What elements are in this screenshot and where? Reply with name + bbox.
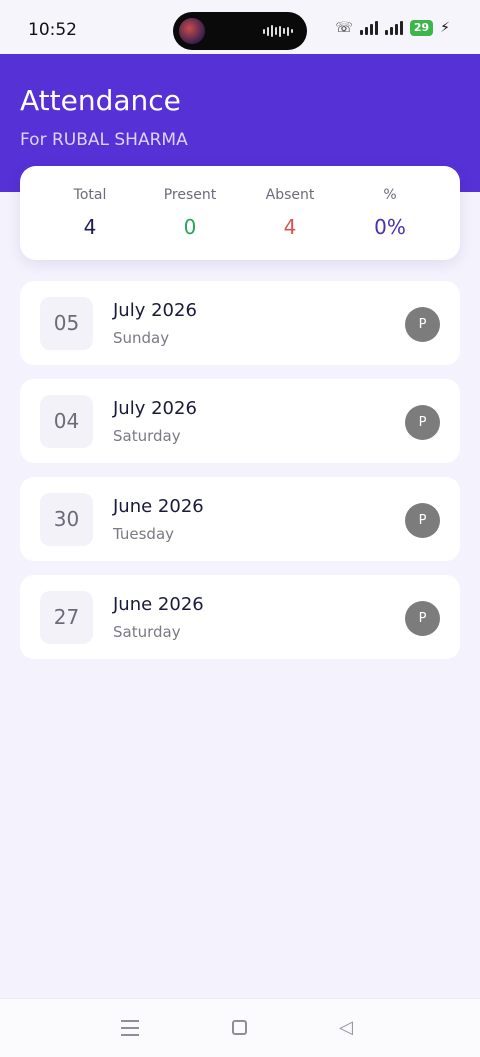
date-weekday: Sunday [113, 329, 170, 347]
stat-value: 0 [183, 215, 197, 239]
status-time: 10:52 [28, 20, 77, 40]
status-badge: P [405, 503, 440, 538]
date-day: 27 [40, 591, 93, 644]
stat-value: 4 [83, 215, 97, 239]
date-month-year: July 2026 [113, 300, 197, 321]
stat-present: Present 0 [140, 166, 240, 260]
stat-absent: Absent 4 [240, 166, 340, 260]
stat-percent: % 0% [340, 166, 440, 260]
stat-label: Total [73, 187, 107, 203]
date-day: 30 [40, 493, 93, 546]
attendance-row[interactable]: 05 July 2026 Sunday P [20, 281, 460, 365]
stat-label: Absent [265, 187, 315, 203]
page-subtitle: For RUBAL SHARMA [20, 130, 188, 150]
media-thumbnail [179, 18, 205, 44]
stat-label: % [383, 187, 397, 203]
home-icon[interactable] [232, 1020, 247, 1035]
date-month-year: June 2026 [113, 594, 204, 615]
stat-total: Total 4 [40, 166, 140, 260]
stat-value: 4 [283, 215, 297, 239]
bolt-icon: ⚡ [440, 20, 450, 36]
dynamic-island[interactable] [173, 12, 307, 50]
date-weekday: Saturday [113, 427, 181, 445]
date-weekday: Saturday [113, 623, 181, 641]
back-icon[interactable]: ◁ [339, 1017, 353, 1038]
date-weekday: Tuesday [113, 525, 175, 543]
audio-wave-icon [263, 25, 293, 37]
status-badge: P [405, 405, 440, 440]
date-day: 04 [40, 395, 93, 448]
page-title: Attendance [20, 84, 181, 117]
status-icons: ☏ 29 ⚡ [335, 20, 450, 36]
menu-icon[interactable] [121, 1020, 139, 1041]
stat-value: 0% [374, 215, 406, 239]
wifi-call-icon: ☏ [335, 20, 353, 36]
attendance-list: 05 July 2026 Sunday P 04 July 2026 Satur… [20, 281, 460, 673]
date-day: 05 [40, 297, 93, 350]
status-bar: 10:52 ☏ 29 ⚡ [0, 0, 480, 54]
date-month-year: June 2026 [113, 496, 204, 517]
signal-icon [384, 21, 403, 35]
attendance-row[interactable]: 04 July 2026 Saturday P [20, 379, 460, 463]
summary-card: Total 4 Present 0 Absent 4 % 0% [20, 166, 460, 260]
stat-label: Present [163, 187, 217, 203]
attendance-row[interactable]: 30 June 2026 Tuesday P [20, 477, 460, 561]
attendance-row[interactable]: 27 June 2026 Saturday P [20, 575, 460, 659]
battery-indicator: 29 [409, 20, 434, 36]
date-month-year: July 2026 [113, 398, 197, 419]
system-nav-bar: ◁ [0, 998, 480, 1057]
signal-icon [359, 21, 378, 35]
status-badge: P [405, 601, 440, 636]
status-badge: P [405, 307, 440, 342]
